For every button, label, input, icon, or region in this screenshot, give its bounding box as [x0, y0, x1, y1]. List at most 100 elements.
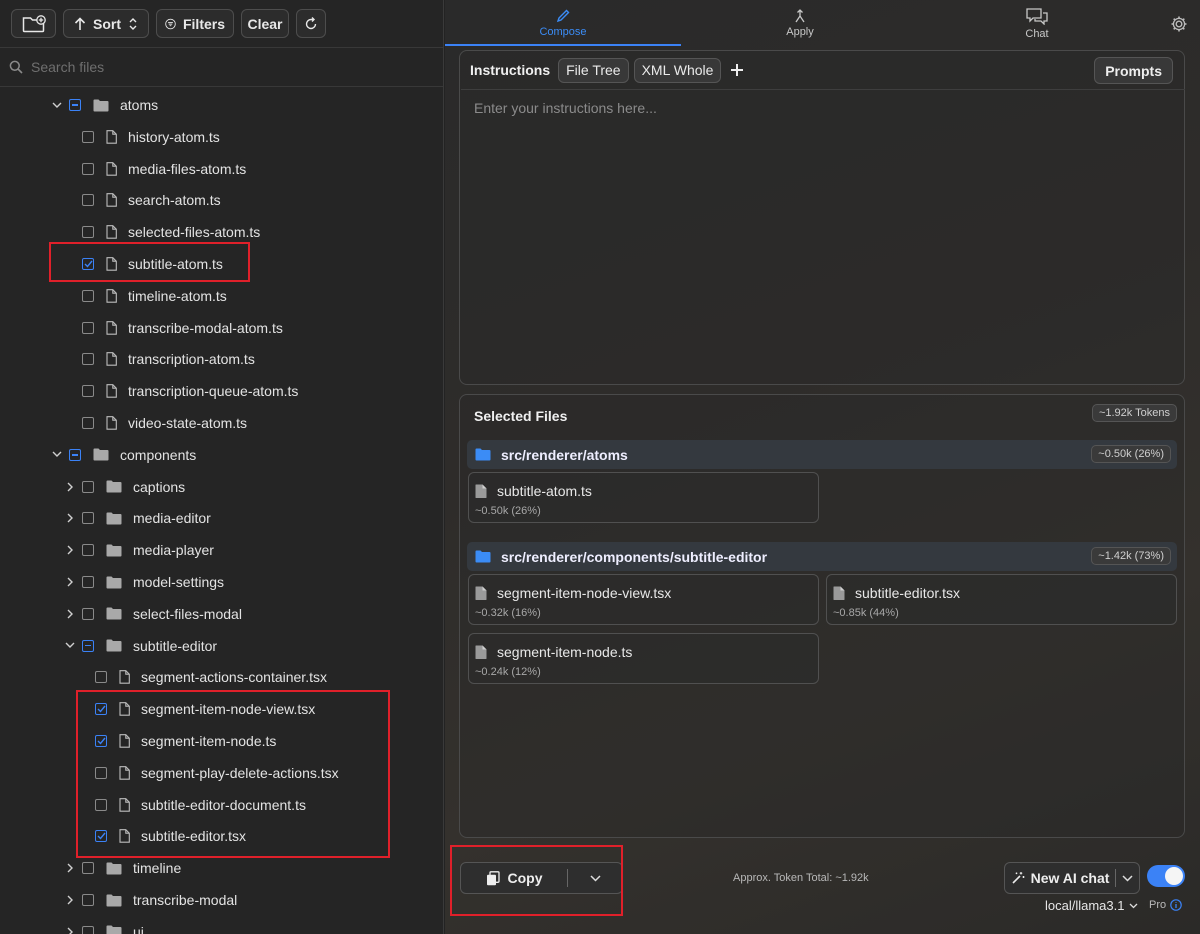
- file-row[interactable]: transcribe-modal-atom.ts: [0, 312, 443, 344]
- checkbox[interactable]: [95, 798, 107, 811]
- sort-button[interactable]: Sort: [63, 9, 149, 38]
- file-row[interactable]: search-atom.ts: [0, 184, 443, 216]
- folder-row[interactable]: captions: [0, 471, 443, 503]
- checkbox[interactable]: [82, 321, 94, 334]
- checkbox[interactable]: [82, 289, 94, 302]
- add-folder-button[interactable]: [11, 9, 56, 38]
- checkbox[interactable]: [95, 703, 107, 716]
- chevron-right-icon[interactable]: [63, 577, 77, 587]
- checkbox[interactable]: [82, 162, 94, 175]
- copy-button[interactable]: Copy: [461, 870, 567, 886]
- folder-row[interactable]: ui: [0, 916, 443, 934]
- instructions-input[interactable]: [461, 89, 1185, 381]
- checkbox[interactable]: [82, 385, 94, 398]
- folder-row[interactable]: model-settings: [0, 566, 443, 598]
- folder-row[interactable]: components: [0, 439, 443, 471]
- prompts-button[interactable]: Prompts: [1094, 57, 1173, 84]
- refresh-button[interactable]: [296, 9, 326, 38]
- checkbox[interactable]: [95, 735, 107, 747]
- file-row[interactable]: segment-item-node.ts: [0, 725, 443, 757]
- selected-files-title: Selected Files: [474, 408, 568, 424]
- file-card[interactable]: segment-item-node.ts ~0.24k (12%): [468, 633, 819, 684]
- chevron-right-icon[interactable]: [63, 545, 77, 555]
- xml-whole-chip[interactable]: XML Whole: [633, 57, 722, 83]
- copy-options-dropdown[interactable]: [568, 874, 622, 882]
- checkbox[interactable]: [82, 258, 94, 270]
- file-row[interactable]: segment-play-delete-actions.tsx: [0, 757, 443, 789]
- checkbox[interactable]: [82, 194, 94, 207]
- filters-button[interactable]: Filters: [156, 9, 234, 38]
- folder-row[interactable]: transcribe-modal: [0, 884, 443, 916]
- checkbox[interactable]: [69, 448, 81, 461]
- file-row[interactable]: segment-item-node-view.tsx: [0, 693, 443, 725]
- file-row[interactable]: timeline-atom.ts: [0, 280, 443, 312]
- file-row[interactable]: video-state-atom.ts: [0, 407, 443, 439]
- checkbox[interactable]: [95, 766, 107, 779]
- folder-row[interactable]: timeline: [0, 852, 443, 884]
- folder-row[interactable]: atoms: [0, 89, 443, 121]
- info-icon[interactable]: [1170, 899, 1182, 911]
- folder-icon: [106, 862, 122, 875]
- pro-toggle[interactable]: [1147, 865, 1185, 887]
- search-input[interactable]: [31, 59, 411, 75]
- file-row[interactable]: transcription-queue-atom.ts: [0, 375, 443, 407]
- group-header-atoms[interactable]: src/renderer/atoms: [467, 440, 1177, 469]
- tab-compose[interactable]: Compose: [445, 0, 681, 46]
- checkbox[interactable]: [82, 862, 94, 875]
- checkbox[interactable]: [82, 480, 94, 493]
- tab-apply[interactable]: Apply: [682, 0, 918, 46]
- file-row[interactable]: segment-actions-container.tsx: [0, 661, 443, 693]
- checkbox[interactable]: [82, 607, 94, 620]
- clear-button[interactable]: Clear: [241, 9, 289, 38]
- folder-row[interactable]: select-files-modal: [0, 598, 443, 630]
- file-row[interactable]: selected-files-atom.ts: [0, 216, 443, 248]
- file-row[interactable]: media-files-atom.ts: [0, 153, 443, 185]
- chevron-right-icon[interactable]: [63, 895, 77, 905]
- tab-chat[interactable]: Chat: [919, 0, 1155, 46]
- new-chat-options-dropdown[interactable]: [1116, 874, 1139, 882]
- chevron-right-icon[interactable]: [63, 863, 77, 873]
- chevron-down-icon[interactable]: [63, 642, 77, 649]
- file-card[interactable]: segment-item-node-view.tsx ~0.32k (16%): [468, 574, 819, 625]
- chevron-right-icon[interactable]: [63, 513, 77, 523]
- file-row[interactable]: subtitle-editor-document.ts: [0, 789, 443, 821]
- chevron-down-icon: [1122, 874, 1133, 882]
- checkbox[interactable]: [82, 417, 94, 429]
- folder-row[interactable]: subtitle-editor: [0, 630, 443, 662]
- folder-row[interactable]: media-player: [0, 534, 443, 566]
- group-header-subtitle-editor[interactable]: src/renderer/components/subtitle-editor: [467, 542, 1177, 571]
- checkbox[interactable]: [82, 639, 94, 652]
- compose-pane: Compose Apply Chat Instructions File Tre…: [445, 0, 1200, 934]
- checkbox[interactable]: [82, 226, 94, 239]
- checkbox[interactable]: [82, 576, 94, 588]
- file-tree-chip[interactable]: File Tree: [558, 57, 629, 83]
- checkbox[interactable]: [82, 544, 94, 557]
- pro-text: Pro: [1149, 899, 1167, 911]
- folder-icon: [93, 448, 109, 461]
- add-chip-button[interactable]: [726, 63, 748, 77]
- file-row[interactable]: subtitle-atom.ts: [0, 248, 443, 280]
- new-ai-chat-button[interactable]: New AI chat: [1005, 870, 1115, 886]
- checkbox[interactable]: [82, 353, 94, 366]
- chevron-right-icon[interactable]: [63, 927, 77, 934]
- checkbox[interactable]: [69, 99, 81, 111]
- file-card[interactable]: subtitle-atom.ts ~0.50k (26%): [468, 472, 819, 523]
- model-selector[interactable]: local/llama3.1: [1045, 898, 1138, 913]
- file-row[interactable]: subtitle-editor.tsx: [0, 820, 443, 852]
- checkbox[interactable]: [82, 894, 94, 906]
- checkbox[interactable]: [82, 130, 94, 143]
- chevron-right-icon[interactable]: [63, 482, 77, 492]
- checkbox[interactable]: [82, 512, 94, 525]
- folder-icon: [106, 607, 122, 620]
- settings-button[interactable]: [1170, 15, 1188, 36]
- checkbox[interactable]: [95, 671, 107, 684]
- checkbox[interactable]: [95, 830, 107, 843]
- file-row[interactable]: transcription-atom.ts: [0, 343, 443, 375]
- file-card[interactable]: subtitle-editor.tsx ~0.85k (44%): [826, 574, 1177, 625]
- chevron-down-icon[interactable]: [50, 451, 64, 458]
- chevron-down-icon[interactable]: [50, 102, 64, 109]
- folder-row[interactable]: media-editor: [0, 502, 443, 534]
- checkbox[interactable]: [82, 925, 94, 934]
- file-row[interactable]: history-atom.ts: [0, 121, 443, 153]
- chevron-right-icon[interactable]: [63, 609, 77, 619]
